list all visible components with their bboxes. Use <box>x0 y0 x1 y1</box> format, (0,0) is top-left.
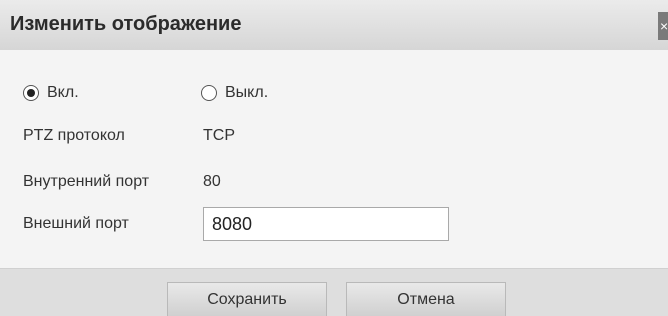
dialog-titlebar: Изменить отображение × <box>0 0 668 50</box>
save-button[interactable]: Сохранить <box>167 282 327 316</box>
cancel-button[interactable]: Отмена <box>346 282 506 316</box>
radio-on[interactable]: Вкл. <box>23 84 79 102</box>
radio-on-circle[interactable] <box>23 85 39 101</box>
radio-selected-dot-icon <box>27 89 35 97</box>
ptz-protocol-label: PTZ протокол <box>23 127 125 144</box>
internal-port-value: 80 <box>203 173 221 190</box>
radio-off-label: Выкл. <box>225 84 269 101</box>
external-port-label: Внешний порт <box>23 215 129 232</box>
external-port-input[interactable] <box>203 207 449 241</box>
dialog-footer <box>0 268 668 316</box>
internal-port-label: Внутренний порт <box>23 173 150 190</box>
close-button[interactable]: × <box>658 12 668 40</box>
ptz-protocol-value: TCP <box>203 127 235 144</box>
radio-on-label: Вкл. <box>47 84 79 101</box>
radio-off[interactable]: Выкл. <box>201 84 268 102</box>
edit-mapping-dialog: Изменить отображение × Вкл. Выкл. PTZ пр… <box>0 0 668 316</box>
dialog-title: Изменить отображение <box>10 13 242 35</box>
close-icon: × <box>660 18 668 34</box>
radio-off-circle[interactable] <box>201 85 217 101</box>
